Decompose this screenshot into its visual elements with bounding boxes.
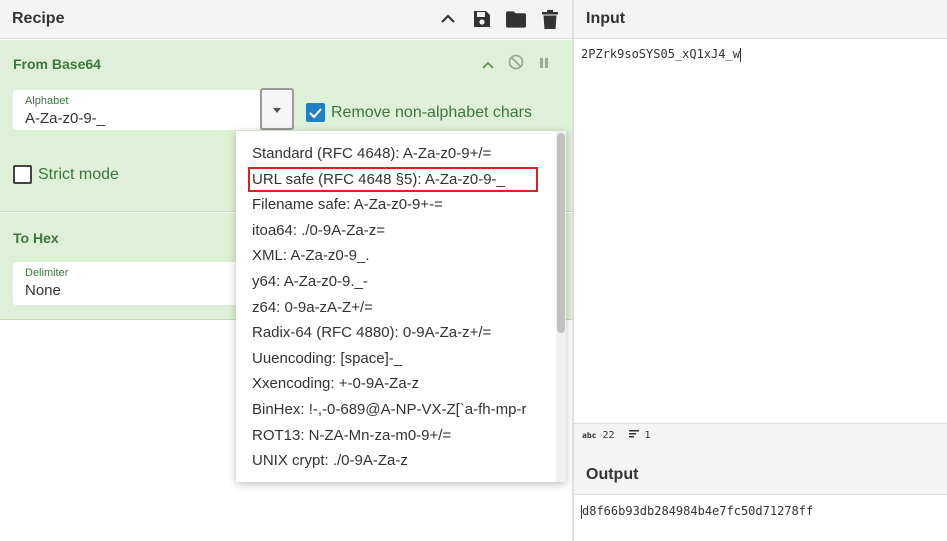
io-separator[interactable] (574, 447, 947, 456)
output-textarea[interactable]: d8f66b93db284984b4e7fc50d71278ff (581, 504, 813, 519)
input-title: Input (586, 10, 626, 27)
alphabet-option[interactable]: Uuencoding: [space]-_ (236, 346, 566, 372)
input-header: Input (574, 0, 947, 39)
input-status-bar: abc 22 1 (574, 423, 947, 447)
disable-icon[interactable] (508, 54, 524, 75)
alphabet-dropdown-menu: Standard (RFC 4648): A-Za-z0-9+/= URL sa… (236, 131, 566, 482)
alphabet-dropdown-toggle[interactable] (260, 88, 294, 130)
checkbox-checked-icon (306, 103, 325, 122)
recipe-actions (438, 9, 560, 29)
menu-scrollbar[interactable] (556, 131, 566, 482)
menu-scrollbar-thumb[interactable] (557, 133, 565, 333)
collapse-all-icon[interactable] (438, 9, 458, 29)
output-pane: Output d8f66b93db284984b4e7fc50d71278ff (574, 456, 947, 541)
output-text: d8f66b93db284984b4e7fc50d71278ff (582, 504, 814, 518)
alphabet-field[interactable]: Alphabet A-Za-z0-9-_ (13, 90, 260, 130)
alphabet-option[interactable]: y64: A-Za-z0-9._- (236, 269, 566, 295)
delimiter-value: None (25, 282, 61, 299)
alphabet-label: Alphabet (25, 95, 69, 107)
operation-title: To Hex (13, 230, 59, 246)
output-title: Output (586, 466, 639, 483)
output-header: Output (574, 456, 947, 495)
alphabet-option[interactable]: z64: 0-9a-zA-Z+/= (236, 295, 566, 321)
alphabet-value: A-Za-z0-9-_ (25, 110, 106, 127)
chevron-up-icon[interactable] (482, 56, 494, 74)
input-lines: 1 (644, 430, 651, 441)
input-text: 2PZrk9soSYS05_xQ1xJ4_w (581, 47, 740, 61)
alphabet-option[interactable]: itoa64: ./0-9A-Za-z= (236, 218, 566, 244)
delimiter-label: Delimiter (25, 267, 69, 279)
input-length: 22 (602, 430, 615, 441)
strict-mode-checkbox[interactable]: Strict mode (13, 165, 119, 184)
alphabet-option[interactable]: Filename safe: A-Za-z0-9+-= (236, 192, 566, 218)
alphabet-option[interactable]: UNIX crypt: ./0-9A-Za-z (236, 448, 566, 474)
clear-recipe-icon[interactable] (540, 9, 560, 29)
delimiter-field[interactable]: Delimiter None (13, 262, 273, 305)
checkbox-unchecked-icon (13, 165, 32, 184)
save-recipe-icon[interactable] (472, 9, 492, 29)
input-pane: Input 2PZrk9soSYS05_xQ1xJ4_w abc 22 1 (574, 0, 947, 447)
load-recipe-icon[interactable] (506, 9, 526, 29)
length-icon: abc (582, 431, 597, 440)
alphabet-option[interactable]: ROT13: N-ZA-Mn-za-m0-9+/= (236, 423, 566, 449)
remove-non-alphabet-label: Remove non-alphabet chars (331, 103, 533, 121)
alphabet-option[interactable]: BinHex: !-,-0-689@A-NP-VX-Z[`a-fh-mp-r (236, 397, 566, 423)
pause-icon[interactable] (538, 56, 550, 74)
lines-icon (628, 430, 639, 441)
alphabet-option[interactable]: Xxencoding: +-0-9A-Za-z (236, 371, 566, 397)
recipe-pane: Recipe From Base64 Alphabet A-Za-z0-9-_ … (0, 0, 572, 541)
recipe-header: Recipe (0, 0, 572, 39)
alphabet-option[interactable]: XML: A-Za-z0-9_. (236, 243, 566, 269)
alphabet-option[interactable]: Radix-64 (RFC 4880): 0-9A-Za-z+/= (236, 320, 566, 346)
alphabet-option-selected[interactable]: URL safe (RFC 4648 §5): A-Za-z0-9-_ (248, 166, 538, 193)
input-textarea[interactable]: 2PZrk9soSYS05_xQ1xJ4_w (581, 47, 741, 62)
remove-non-alphabet-checkbox[interactable]: Remove non-alphabet chars (306, 103, 532, 122)
recipe-title: Recipe (12, 10, 65, 27)
alphabet-option[interactable]: Standard (RFC 4648): A-Za-z0-9+/= (236, 141, 566, 167)
operation-controls (482, 54, 550, 75)
caret-down-icon (273, 100, 281, 118)
strict-mode-label: Strict mode (38, 165, 119, 183)
operation-title: From Base64 (13, 56, 101, 72)
text-caret (739, 47, 741, 62)
